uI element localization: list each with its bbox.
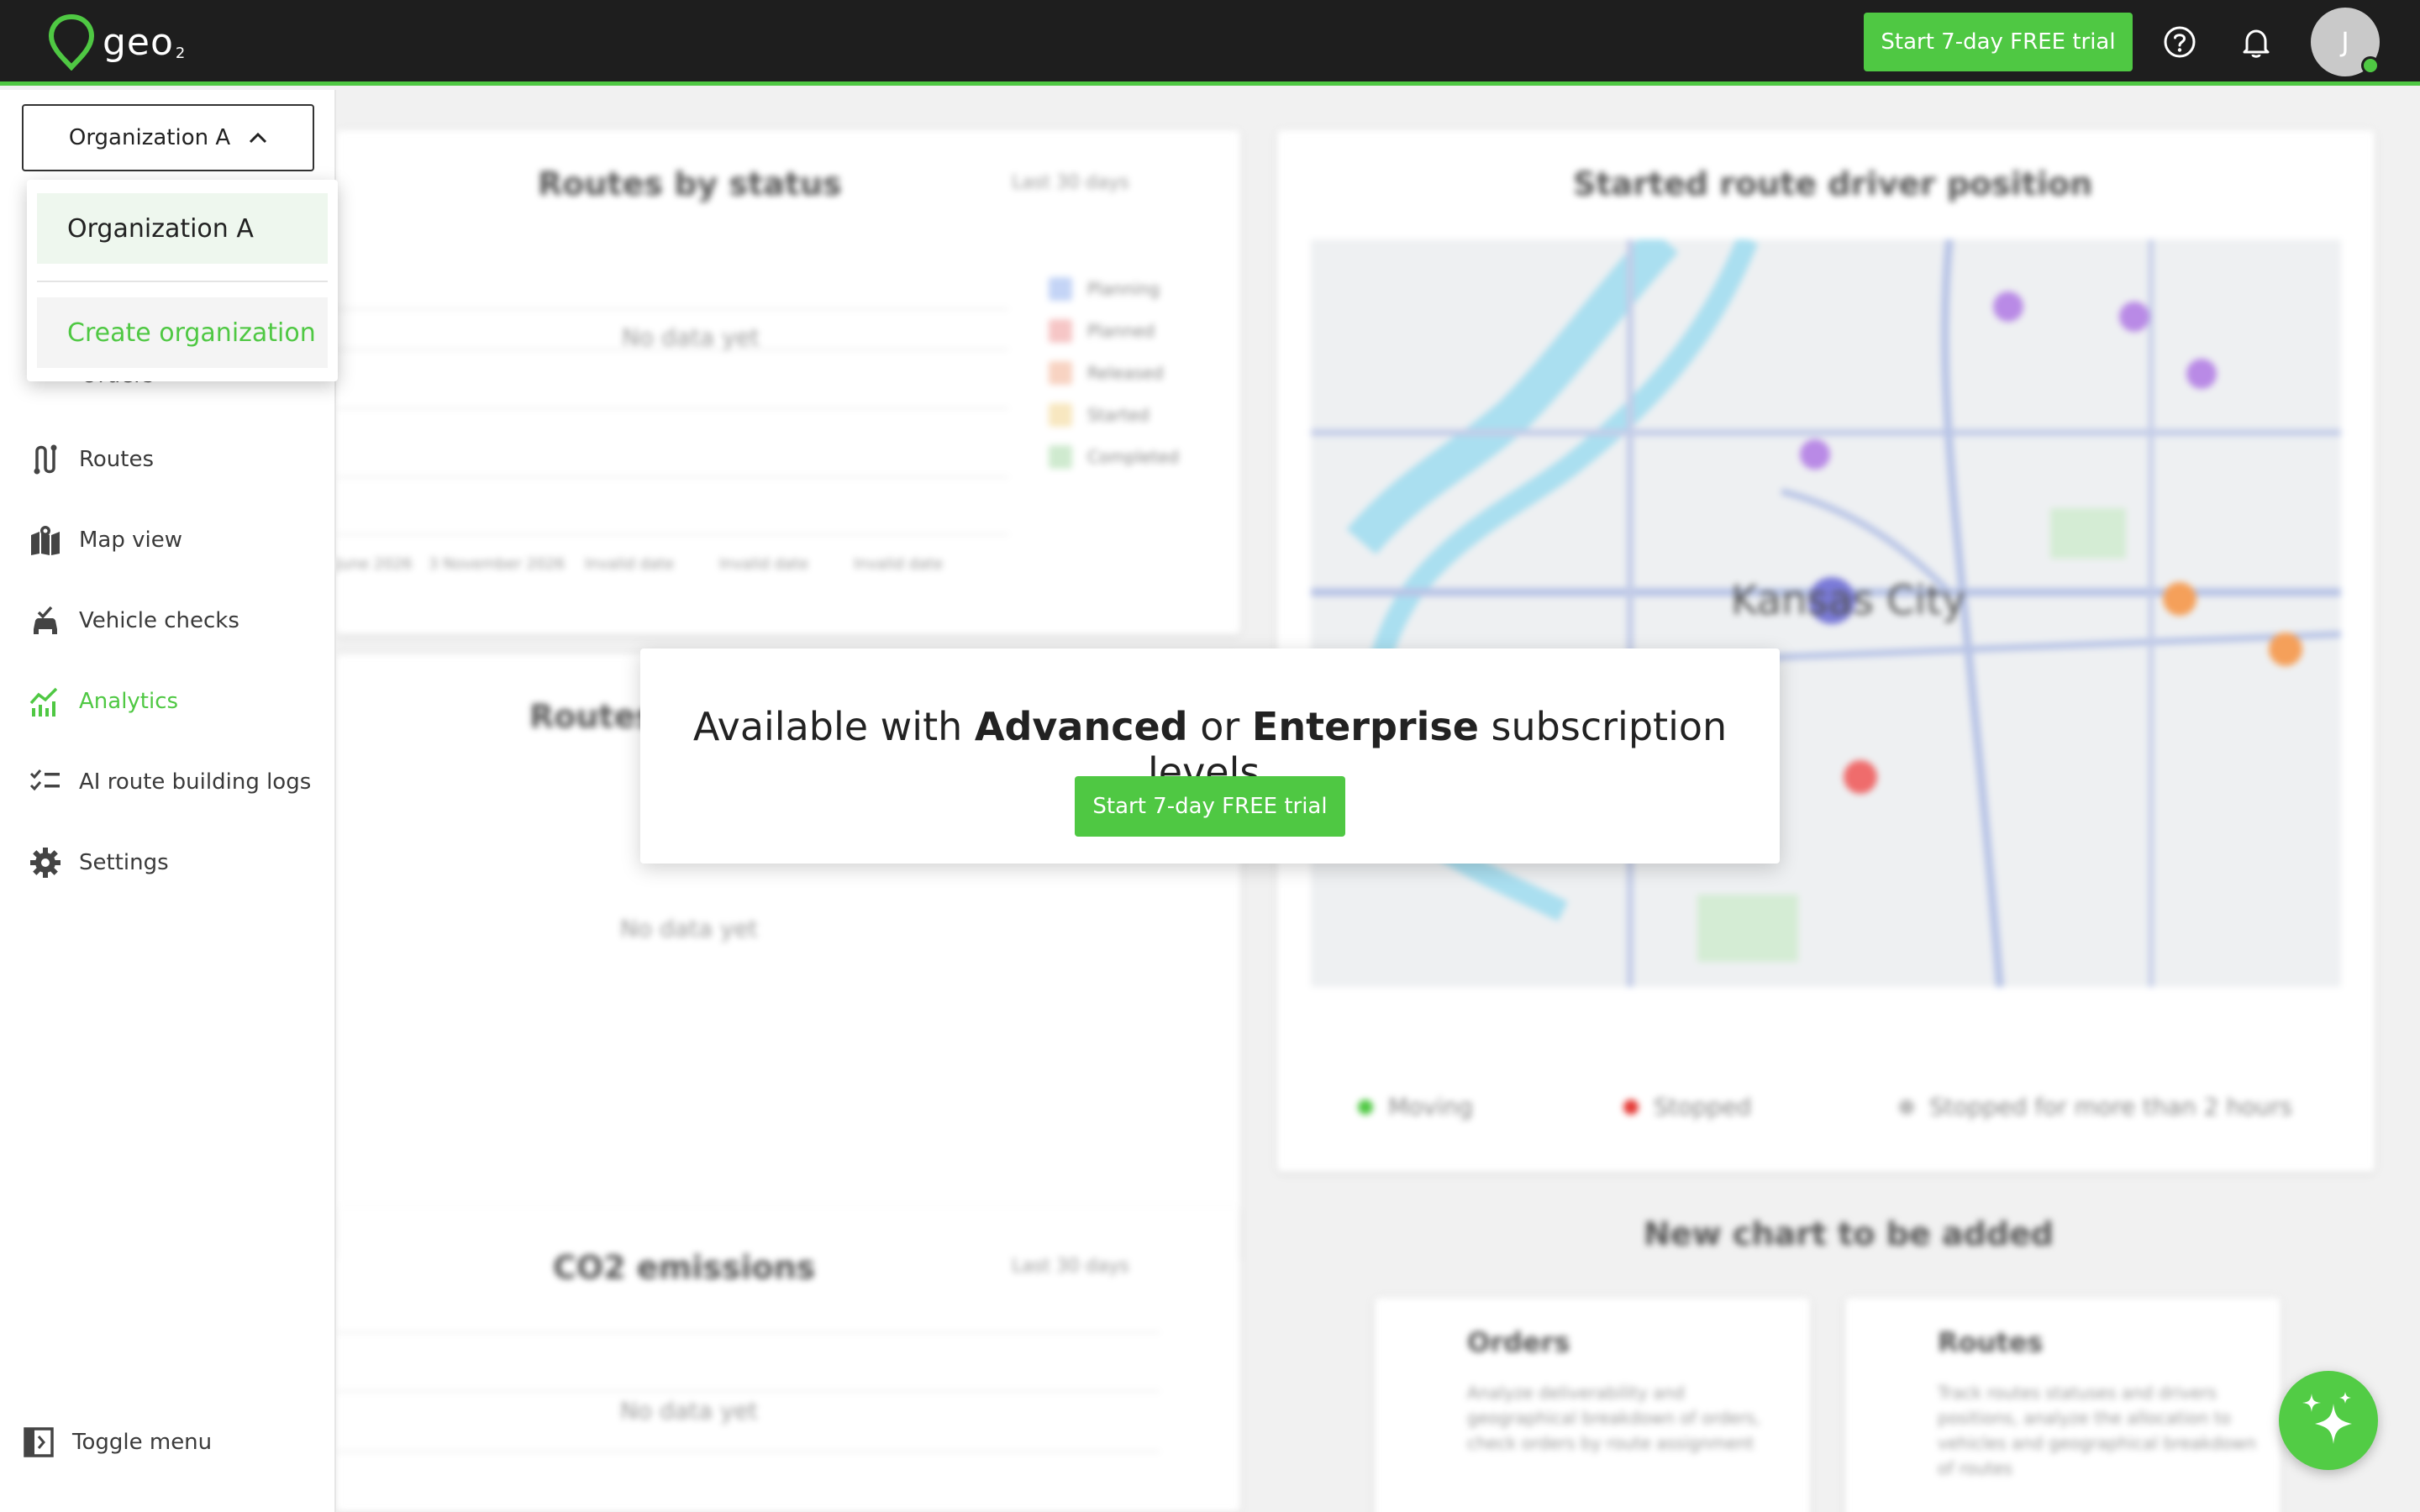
card-title: CO2 emissions: [553, 1249, 816, 1286]
co2-emissions-card: CO2 emissions Last 30 days No data yet: [336, 1207, 1240, 1512]
toggle-menu-button[interactable]: Toggle menu: [22, 1419, 212, 1466]
user-avatar[interactable]: J: [2311, 8, 2380, 76]
sidebar-item-vehicle-checks[interactable]: Vehicle checks: [29, 597, 239, 644]
routes-icon: [34, 444, 57, 475]
sidebar-item-routes[interactable]: Routes: [29, 436, 154, 483]
map-city-label: Kansas City: [1731, 577, 1965, 624]
x-tick: June 2026: [336, 555, 413, 573]
card-title: Routes by status: [538, 165, 842, 202]
mini-card-text: Track routes statuses and drivers positi…: [1938, 1383, 2257, 1478]
upgrade-text-mid: or: [1187, 704, 1252, 749]
new-chart-title: New chart to be added: [1644, 1215, 2054, 1252]
empty-state: No data yet: [620, 915, 758, 942]
legend-item: Planned: [1049, 319, 1155, 343]
modal-start-trial-button[interactable]: Start 7-day FREE trial: [1075, 776, 1345, 837]
online-status-dot: [2361, 56, 2380, 75]
toggle-menu-label: Toggle menu: [72, 1430, 213, 1455]
legend-item: Moving: [1358, 1093, 1473, 1121]
card-title: Routes: [529, 698, 655, 735]
sidebar-item-label: AI route building logs: [79, 769, 312, 795]
routes-by-status-card: Routes by status Last 30 days No data ye…: [336, 130, 1240, 634]
legend-item: Started: [1049, 403, 1150, 427]
mini-card-title: Routes: [1938, 1326, 2044, 1358]
sidebar-item-analytics[interactable]: Analytics: [29, 678, 178, 725]
create-organization-option[interactable]: Create organization: [37, 297, 328, 368]
dropdown-divider: [37, 281, 328, 282]
logo-subscript: 2: [175, 44, 186, 62]
organization-selector-label: Organization A: [68, 125, 231, 150]
sidebar-item-ai-route-logs[interactable]: AI route building logs: [29, 759, 311, 806]
checklist-icon: [29, 769, 60, 791]
logo-pin-icon: [48, 13, 95, 71]
mini-card-title: Orders: [1467, 1326, 1570, 1358]
organization-dropdown: Organization A Create organization: [27, 180, 338, 381]
sidebar-toggle-icon: [24, 1427, 54, 1457]
avatar-initial: J: [2341, 26, 2349, 58]
sparkles-icon: [2302, 1392, 2352, 1444]
new-chart-routes-card[interactable]: Routes Track routes statuses and drivers…: [1845, 1298, 2281, 1512]
empty-state: No data yet: [620, 1397, 758, 1425]
x-tick: Invalid date: [854, 555, 944, 573]
legend-item: Stopped: [1623, 1093, 1751, 1121]
ai-assistant-button[interactable]: [2279, 1371, 2378, 1470]
bell-icon[interactable]: [2238, 24, 2275, 60]
start-trial-button[interactable]: Start 7-day FREE trial: [1864, 13, 2133, 71]
organization-selector[interactable]: Organization A: [22, 104, 314, 171]
date-range-select[interactable]: Last 30 days: [1012, 1256, 1129, 1277]
map-view[interactable]: Kansas City: [1311, 239, 2341, 987]
date-range-select[interactable]: Last 30 days: [1012, 172, 1129, 193]
gear-icon: [30, 848, 60, 878]
empty-state: No data yet: [622, 323, 760, 351]
analytics-icon: [29, 687, 58, 717]
card-title: Started route driver position: [1573, 165, 2093, 202]
app-logo[interactable]: geo 2: [47, 12, 185, 72]
x-tick: 3 November 2026: [429, 555, 566, 573]
upgrade-modal: Available with Advanced or Enterprise su…: [640, 648, 1780, 864]
legend-item: Planning: [1049, 277, 1160, 301]
sidebar-item-label: Vehicle checks: [79, 608, 239, 633]
mini-card-text: Analyze deliverability and geographical …: [1467, 1383, 1761, 1453]
upgrade-text-prefix: Available with: [692, 704, 975, 749]
map-icon: [31, 526, 60, 555]
sidebar-item-label: Map view: [79, 528, 183, 553]
tier-enterprise: Enterprise: [1251, 704, 1479, 749]
dropdown-option-organization[interactable]: Organization A: [37, 193, 328, 264]
sidebar-item-map-view[interactable]: Map view: [29, 517, 182, 564]
chevron-up-icon: [250, 132, 267, 144]
legend-item: Completed: [1049, 445, 1179, 469]
top-bar: geo 2 Start 7-day FREE trial J: [0, 0, 2420, 86]
sidebar-item-label: Routes: [79, 447, 155, 472]
help-circle-icon[interactable]: [2161, 24, 2198, 60]
legend-item: Released: [1049, 361, 1164, 385]
x-tick: Invalid date: [585, 555, 675, 573]
legend-item: Stopped for more than 2 hours: [1899, 1093, 2292, 1121]
new-chart-orders-card[interactable]: Orders Analyze deliverability and geogra…: [1375, 1298, 1810, 1512]
x-tick: Invalid date: [719, 555, 809, 573]
tier-advanced: Advanced: [974, 704, 1188, 749]
map-graphic: Kansas City: [1311, 239, 2341, 987]
sidebar-item-label: Analytics: [79, 689, 179, 714]
vehicle-check-icon: [34, 606, 57, 634]
logo-text: geo: [103, 20, 174, 64]
sidebar-item-settings[interactable]: Settings: [29, 839, 169, 886]
sidebar-item-label: Settings: [79, 850, 169, 875]
